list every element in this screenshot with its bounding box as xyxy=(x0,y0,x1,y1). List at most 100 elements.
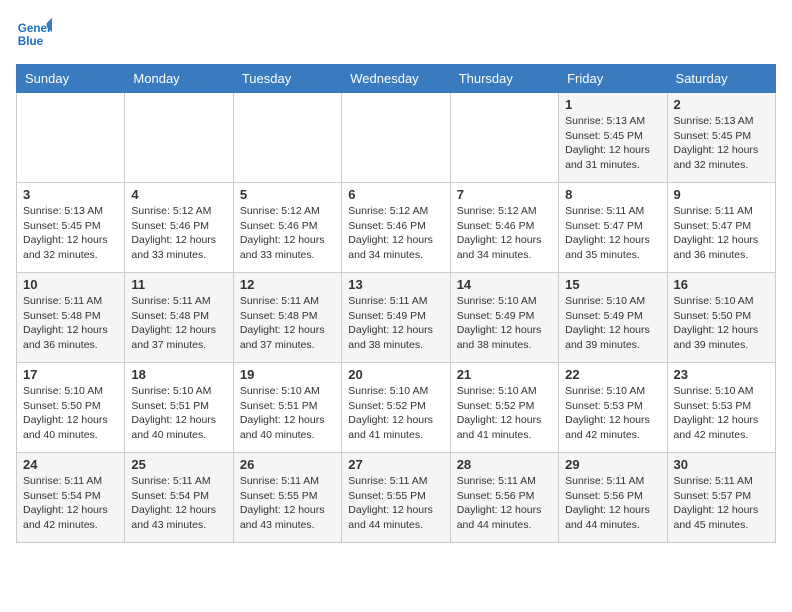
day-cell: 11 Sunrise: 5:11 AM Sunset: 5:48 PM Dayli… xyxy=(125,273,233,363)
day-cell: 5 Sunrise: 5:12 AM Sunset: 5:46 PM Daylig… xyxy=(233,183,341,273)
day-info: Sunrise: 5:10 AM Sunset: 5:51 PM Dayligh… xyxy=(131,384,226,443)
day-cell: 27Sunrise: 5:11 AM Sunset: 5:55 PM Dayli… xyxy=(342,453,450,543)
day-info: Sunrise: 5:10 AM Sunset: 5:52 PM Dayligh… xyxy=(457,384,552,443)
day-cell: 23Sunrise: 5:10 AM Sunset: 5:53 PM Dayli… xyxy=(667,363,775,453)
day-number: 25 xyxy=(131,457,226,472)
week-row-5: 24 Sunrise: 5:11 AM Sunset: 5:54 PM Dayli… xyxy=(17,453,776,543)
day-cell: 6Sunrise: 5:12 AM Sunset: 5:46 PM Daylig… xyxy=(342,183,450,273)
day-cell xyxy=(450,93,558,183)
day-number: 5 xyxy=(240,187,335,202)
day-number: 14 xyxy=(457,277,552,292)
day-cell: 18 Sunrise: 5:10 AM Sunset: 5:51 PM Dayli… xyxy=(125,363,233,453)
day-cell: 24 Sunrise: 5:11 AM Sunset: 5:54 PM Dayli… xyxy=(17,453,125,543)
day-cell: 13 Sunrise: 5:11 AM Sunset: 5:49 PM Dayli… xyxy=(342,273,450,363)
day-info: Sunrise: 5:10 AM Sunset: 5:53 PM Dayligh… xyxy=(674,384,769,443)
weekday-header-monday: Monday xyxy=(125,65,233,93)
day-number: 26 xyxy=(240,457,335,472)
day-cell: 30Sunrise: 5:11 AM Sunset: 5:57 PM Dayli… xyxy=(667,453,775,543)
weekday-header-row: SundayMondayTuesdayWednesdayThursdayFrid… xyxy=(17,65,776,93)
day-cell xyxy=(342,93,450,183)
day-info: Sunrise: 5:11 AM Sunset: 5:55 PM Dayligh… xyxy=(348,474,443,533)
day-info: Sunrise: 5:11 AM Sunset: 5:47 PM Dayligh… xyxy=(674,204,769,263)
day-info: Sunrise: 5:12 AM Sunset: 5:46 PM Dayligh… xyxy=(457,204,552,263)
day-info: Sunrise: 5:13 AM Sunset: 5:45 PM Dayligh… xyxy=(565,114,660,173)
day-info: Sunrise: 5:13 AM Sunset: 5:45 PM Dayligh… xyxy=(23,204,118,263)
day-cell: 28Sunrise: 5:11 AM Sunset: 5:56 PM Dayli… xyxy=(450,453,558,543)
day-cell: 29 Sunrise: 5:11 AM Sunset: 5:56 PM Dayli… xyxy=(559,453,667,543)
day-number: 19 xyxy=(240,367,335,382)
svg-text:Blue: Blue xyxy=(18,35,44,48)
weekday-header-friday: Friday xyxy=(559,65,667,93)
day-number: 29 xyxy=(565,457,660,472)
day-info: Sunrise: 5:11 AM Sunset: 5:55 PM Dayligh… xyxy=(240,474,335,533)
day-number: 16 xyxy=(674,277,769,292)
day-number: 4 xyxy=(131,187,226,202)
day-cell: 22 Sunrise: 5:10 AM Sunset: 5:53 PM Dayli… xyxy=(559,363,667,453)
day-number: 10 xyxy=(23,277,118,292)
day-info: Sunrise: 5:11 AM Sunset: 5:56 PM Dayligh… xyxy=(565,474,660,533)
week-row-2: 3Sunrise: 5:13 AM Sunset: 5:45 PM Daylig… xyxy=(17,183,776,273)
day-cell: 4 Sunrise: 5:12 AM Sunset: 5:46 PM Daylig… xyxy=(125,183,233,273)
week-row-1: 1 Sunrise: 5:13 AM Sunset: 5:45 PM Daylig… xyxy=(17,93,776,183)
day-cell: 1 Sunrise: 5:13 AM Sunset: 5:45 PM Daylig… xyxy=(559,93,667,183)
day-cell: 26 Sunrise: 5:11 AM Sunset: 5:55 PM Dayli… xyxy=(233,453,341,543)
day-info: Sunrise: 5:12 AM Sunset: 5:46 PM Dayligh… xyxy=(240,204,335,263)
day-info: Sunrise: 5:11 AM Sunset: 5:47 PM Dayligh… xyxy=(565,204,660,263)
day-info: Sunrise: 5:10 AM Sunset: 5:49 PM Dayligh… xyxy=(565,294,660,353)
day-cell: 12Sunrise: 5:11 AM Sunset: 5:48 PM Dayli… xyxy=(233,273,341,363)
day-info: Sunrise: 5:13 AM Sunset: 5:45 PM Dayligh… xyxy=(674,114,769,173)
day-number: 1 xyxy=(565,97,660,112)
day-number: 22 xyxy=(565,367,660,382)
day-info: Sunrise: 5:11 AM Sunset: 5:48 PM Dayligh… xyxy=(131,294,226,353)
day-cell: 9 Sunrise: 5:11 AM Sunset: 5:47 PM Daylig… xyxy=(667,183,775,273)
day-info: Sunrise: 5:10 AM Sunset: 5:53 PM Dayligh… xyxy=(565,384,660,443)
day-number: 2 xyxy=(674,97,769,112)
day-cell: 16 Sunrise: 5:10 AM Sunset: 5:50 PM Dayli… xyxy=(667,273,775,363)
day-cell: 21 Sunrise: 5:10 AM Sunset: 5:52 PM Dayli… xyxy=(450,363,558,453)
day-info: Sunrise: 5:10 AM Sunset: 5:50 PM Dayligh… xyxy=(23,384,118,443)
day-cell: 3Sunrise: 5:13 AM Sunset: 5:45 PM Daylig… xyxy=(17,183,125,273)
day-number: 15 xyxy=(565,277,660,292)
weekday-header-saturday: Saturday xyxy=(667,65,775,93)
day-cell: 25 Sunrise: 5:11 AM Sunset: 5:54 PM Dayli… xyxy=(125,453,233,543)
day-info: Sunrise: 5:10 AM Sunset: 5:52 PM Dayligh… xyxy=(348,384,443,443)
day-cell: 7 Sunrise: 5:12 AM Sunset: 5:46 PM Daylig… xyxy=(450,183,558,273)
day-number: 24 xyxy=(23,457,118,472)
day-info: Sunrise: 5:11 AM Sunset: 5:54 PM Dayligh… xyxy=(131,474,226,533)
logo: General Blue xyxy=(16,16,52,52)
day-info: Sunrise: 5:11 AM Sunset: 5:56 PM Dayligh… xyxy=(457,474,552,533)
day-info: Sunrise: 5:10 AM Sunset: 5:51 PM Dayligh… xyxy=(240,384,335,443)
day-number: 11 xyxy=(131,277,226,292)
weekday-header-sunday: Sunday xyxy=(17,65,125,93)
day-cell: 10 Sunrise: 5:11 AM Sunset: 5:48 PM Dayli… xyxy=(17,273,125,363)
day-info: Sunrise: 5:11 AM Sunset: 5:54 PM Dayligh… xyxy=(23,474,118,533)
day-number: 12 xyxy=(240,277,335,292)
day-number: 21 xyxy=(457,367,552,382)
day-cell: 14Sunrise: 5:10 AM Sunset: 5:49 PM Dayli… xyxy=(450,273,558,363)
day-number: 9 xyxy=(674,187,769,202)
day-cell: 15 Sunrise: 5:10 AM Sunset: 5:49 PM Dayli… xyxy=(559,273,667,363)
day-info: Sunrise: 5:12 AM Sunset: 5:46 PM Dayligh… xyxy=(348,204,443,263)
day-cell: 2 Sunrise: 5:13 AM Sunset: 5:45 PM Daylig… xyxy=(667,93,775,183)
day-number: 20 xyxy=(348,367,443,382)
day-number: 7 xyxy=(457,187,552,202)
logo-icon: General Blue xyxy=(16,16,52,52)
day-cell: 17 Sunrise: 5:10 AM Sunset: 5:50 PM Dayli… xyxy=(17,363,125,453)
week-row-3: 10 Sunrise: 5:11 AM Sunset: 5:48 PM Dayli… xyxy=(17,273,776,363)
weekday-header-thursday: Thursday xyxy=(450,65,558,93)
day-info: Sunrise: 5:10 AM Sunset: 5:50 PM Dayligh… xyxy=(674,294,769,353)
day-cell: 20 Sunrise: 5:10 AM Sunset: 5:52 PM Dayli… xyxy=(342,363,450,453)
day-number: 8 xyxy=(565,187,660,202)
day-number: 13 xyxy=(348,277,443,292)
day-cell xyxy=(125,93,233,183)
calendar-body: 1 Sunrise: 5:13 AM Sunset: 5:45 PM Daylig… xyxy=(17,93,776,543)
day-number: 30 xyxy=(674,457,769,472)
day-info: Sunrise: 5:11 AM Sunset: 5:49 PM Dayligh… xyxy=(348,294,443,353)
day-cell xyxy=(17,93,125,183)
day-info: Sunrise: 5:12 AM Sunset: 5:46 PM Dayligh… xyxy=(131,204,226,263)
day-number: 18 xyxy=(131,367,226,382)
day-number: 17 xyxy=(23,367,118,382)
day-cell: 19 Sunrise: 5:10 AM Sunset: 5:51 PM Dayli… xyxy=(233,363,341,453)
calendar-table: SundayMondayTuesdayWednesdayThursdayFrid… xyxy=(16,64,776,543)
day-info: Sunrise: 5:11 AM Sunset: 5:48 PM Dayligh… xyxy=(23,294,118,353)
